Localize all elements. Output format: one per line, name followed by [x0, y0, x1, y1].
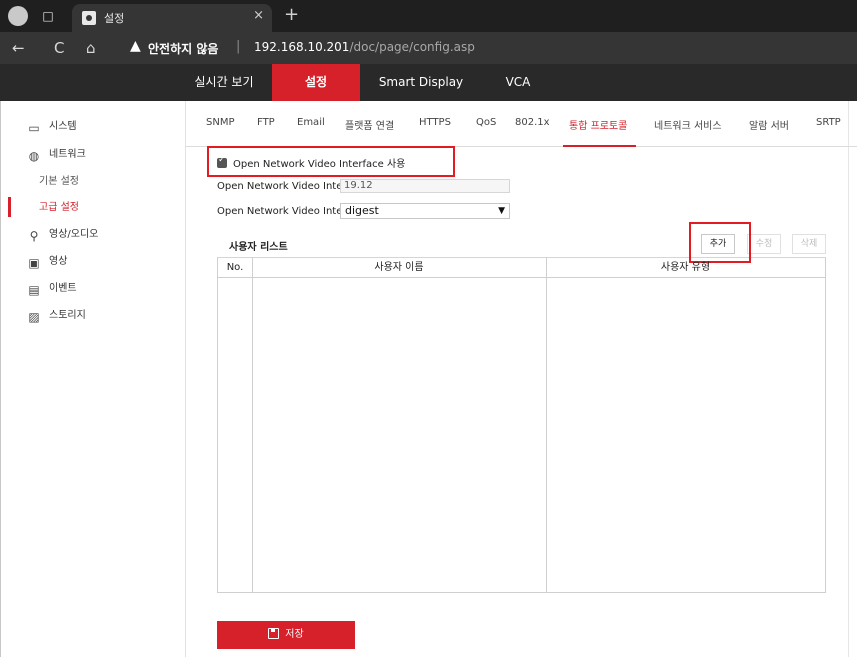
active-tab-underline	[563, 145, 636, 147]
profile-avatar[interactable]	[8, 6, 28, 26]
save-label: 저장	[285, 629, 304, 640]
user-table: No. 사용자 이름 사용자 유형	[217, 258, 826, 593]
url-field[interactable]: ▲ 안전하지 않음 | 192.168.10.201/doc/page/conf…	[124, 36, 847, 60]
new-tab-button[interactable]: +	[284, 4, 299, 26]
tab-network-service[interactable]: 네트워크 서비스	[654, 117, 722, 132]
auth-mode-value: digest	[345, 204, 379, 217]
tab-email[interactable]: Email	[297, 117, 325, 128]
enable-onvif-checkbox[interactable]	[217, 155, 227, 168]
reload-icon[interactable]: C	[54, 38, 64, 58]
sidebar-item-advanced-settings[interactable]: 고급 설정	[39, 198, 79, 218]
nav-settings[interactable]: 설정	[272, 64, 360, 101]
back-icon[interactable]: ←	[12, 38, 25, 58]
url-host: 192.168.10.201	[254, 40, 350, 54]
column-header-user-type: 사용자 유형	[660, 262, 711, 273]
column-divider	[252, 258, 253, 592]
tab-platform-access[interactable]: 플랫폼 연결	[345, 117, 394, 132]
column-divider	[546, 258, 547, 592]
image-icon: ▣	[28, 256, 40, 270]
save-button[interactable]: 저장	[217, 621, 355, 649]
sidebar-item-system[interactable]: ▭ 시스템	[27, 117, 77, 137]
tab-8021x[interactable]: 802.1x	[515, 117, 550, 128]
storage-icon: ▨	[28, 310, 40, 324]
sidebar-active-indicator	[8, 197, 11, 217]
home-icon[interactable]: ⌂	[86, 38, 96, 58]
tab-https[interactable]: HTTPS	[419, 117, 451, 128]
nav-live-view[interactable]: 실시간 보기	[188, 64, 260, 101]
column-header-username: 사용자 이름	[374, 262, 424, 273]
enable-onvif-checkbox-row[interactable]: Open Network Video Interface 사용	[217, 155, 405, 171]
favicon-icon	[82, 11, 96, 25]
tab-actions-icon[interactable]: □	[40, 8, 56, 24]
camera-mic-icon: ⚲	[29, 229, 39, 243]
edit-user-button[interactable]: 수정	[747, 234, 781, 254]
tab-qos[interactable]: QoS	[476, 117, 496, 128]
sidebar-item-basic-settings[interactable]: 기본 설정	[39, 172, 79, 192]
enable-onvif-label: Open Network Video Interface 사용	[233, 159, 406, 170]
tab-close-icon[interactable]: ×	[253, 8, 264, 23]
sub-tab-bar: SNMP FTP Email 플랫폼 연결 HTTPS QoS 802.1x 통…	[186, 101, 857, 147]
user-table-header: No. 사용자 이름 사용자 유형	[218, 258, 825, 278]
sidebar-item-label: 시스템	[49, 121, 77, 132]
nav-vca[interactable]: VCA	[496, 64, 540, 101]
globe-icon: ◍	[28, 149, 40, 163]
highlight-box-add	[689, 222, 751, 263]
tab-ftp[interactable]: FTP	[257, 117, 275, 128]
column-header-no: No.	[226, 262, 244, 273]
warning-icon[interactable]: ▲	[130, 38, 141, 54]
sidebar-item-storage[interactable]: ▨ 스토리지	[27, 306, 86, 326]
version-label: Open Network Video Inter...	[217, 181, 356, 192]
delete-user-button[interactable]: 삭제	[792, 234, 826, 254]
browser-tab[interactable]: 설정 ×	[72, 4, 272, 32]
sidebar-item-network[interactable]: ◍ 네트워크	[27, 145, 86, 165]
tab-snmp[interactable]: SNMP	[206, 117, 235, 128]
sidebar-item-label: 스토리지	[49, 310, 86, 321]
url-path: /doc/page/config.asp	[349, 40, 475, 54]
save-icon	[268, 628, 280, 639]
sidebar: ▭ 시스템 ◍ 네트워크 기본 설정 고급 설정 ⚲ 영상/오디오 ▣ 영상 ▤ 이벤트 …	[0, 101, 185, 657]
calendar-icon: ▤	[28, 283, 40, 297]
sidebar-item-event[interactable]: ▤ 이벤트	[27, 279, 77, 299]
content-divider	[185, 101, 186, 657]
monitor-icon: ▭	[28, 121, 40, 135]
auth-mode-select[interactable]: digest ▼	[340, 203, 510, 219]
sidebar-item-video-audio[interactable]: ⚲ 영상/오디오	[27, 225, 99, 245]
sidebar-item-label: 이벤트	[49, 283, 77, 294]
sidebar-item-image[interactable]: ▣ 영상	[27, 252, 67, 272]
app-top-nav: 실시간 보기 설정 Smart Display VCA	[0, 64, 857, 101]
url-text[interactable]: 192.168.10.201/doc/page/config.asp	[254, 40, 475, 54]
security-label[interactable]: 안전하지 않음	[148, 40, 218, 57]
content-right-border	[848, 101, 849, 657]
sidebar-item-label: 영상/오디오	[49, 229, 99, 240]
sidebar-item-label: 영상	[49, 256, 68, 267]
address-bar: ← C ⌂ ▲ 안전하지 않음 | 192.168.10.201/doc/pag…	[0, 32, 857, 64]
sidebar-item-label: 네트워크	[49, 149, 86, 160]
browser-tab-strip: □ 설정 × +	[0, 0, 857, 32]
auth-mode-label: Open Network Video Inter...	[217, 206, 356, 217]
nav-smart-display[interactable]: Smart Display	[366, 64, 476, 101]
version-field: 19.12	[340, 179, 510, 193]
tab-title: 설정	[104, 12, 125, 25]
user-list-title: 사용자 리스트	[229, 242, 288, 253]
url-separator: |	[236, 39, 241, 54]
chevron-down-icon: ▼	[498, 206, 505, 216]
tab-integration-protocol[interactable]: 통합 프로토콜	[569, 117, 627, 132]
tab-srtp[interactable]: SRTP	[816, 117, 841, 128]
tab-alarm-server[interactable]: 알람 서버	[749, 117, 789, 132]
